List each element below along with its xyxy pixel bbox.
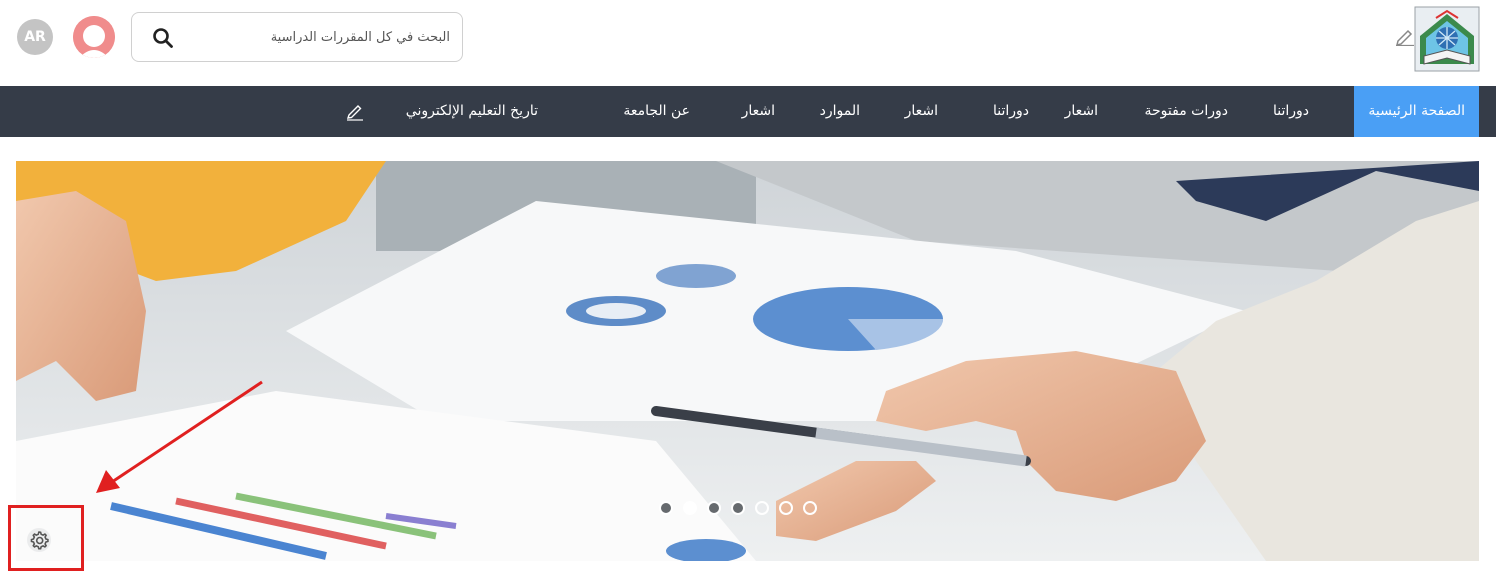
user-avatar[interactable] [73, 16, 115, 58]
carousel-indicators [659, 501, 817, 517]
nav-item-our-courses-2[interactable]: دوراتنا [993, 86, 1029, 137]
nav-item-notifications-3[interactable]: اشعار [742, 86, 775, 137]
nav-item-open-courses[interactable]: دورات مفتوحة [1145, 86, 1228, 137]
carousel-dot-7[interactable] [803, 501, 817, 515]
nav-item-home[interactable]: الصفحة الرئيسية [1354, 86, 1479, 137]
avatar-icon [73, 16, 115, 58]
pencil-icon[interactable] [345, 101, 365, 121]
nav-item-about-university[interactable]: عن الجامعة [623, 86, 690, 137]
nav-item-notifications-2[interactable]: اشعار [905, 86, 938, 137]
annotation-highlight-box [8, 505, 84, 571]
nav-item-notifications-1[interactable]: اشعار [1065, 86, 1098, 137]
search-box [131, 12, 463, 62]
carousel-dot-3[interactable] [707, 501, 721, 515]
header: AR [0, 0, 1496, 86]
carousel-dot-4[interactable] [731, 501, 745, 515]
carousel-dot-2[interactable] [683, 501, 697, 515]
carousel-dot-1[interactable] [659, 501, 673, 515]
carousel-dot-6[interactable] [779, 501, 793, 515]
main-navigation: الصفحة الرئيسية دوراتنا دورات مفتوحة اشع… [0, 86, 1496, 137]
university-logo[interactable] [1414, 6, 1480, 72]
nav-item-resources[interactable]: الموارد [820, 86, 860, 137]
search-icon[interactable] [152, 27, 174, 49]
language-switcher[interactable]: AR [17, 19, 53, 55]
search-input[interactable] [192, 21, 450, 53]
nav-item-our-courses[interactable]: دوراتنا [1273, 86, 1309, 137]
carousel-dot-5[interactable] [755, 501, 769, 515]
pencil-icon[interactable] [1395, 26, 1415, 46]
nav-item-elearning-history[interactable]: تاريخ التعليم الإلكتروني [406, 86, 538, 137]
hero-carousel[interactable] [16, 161, 1479, 561]
